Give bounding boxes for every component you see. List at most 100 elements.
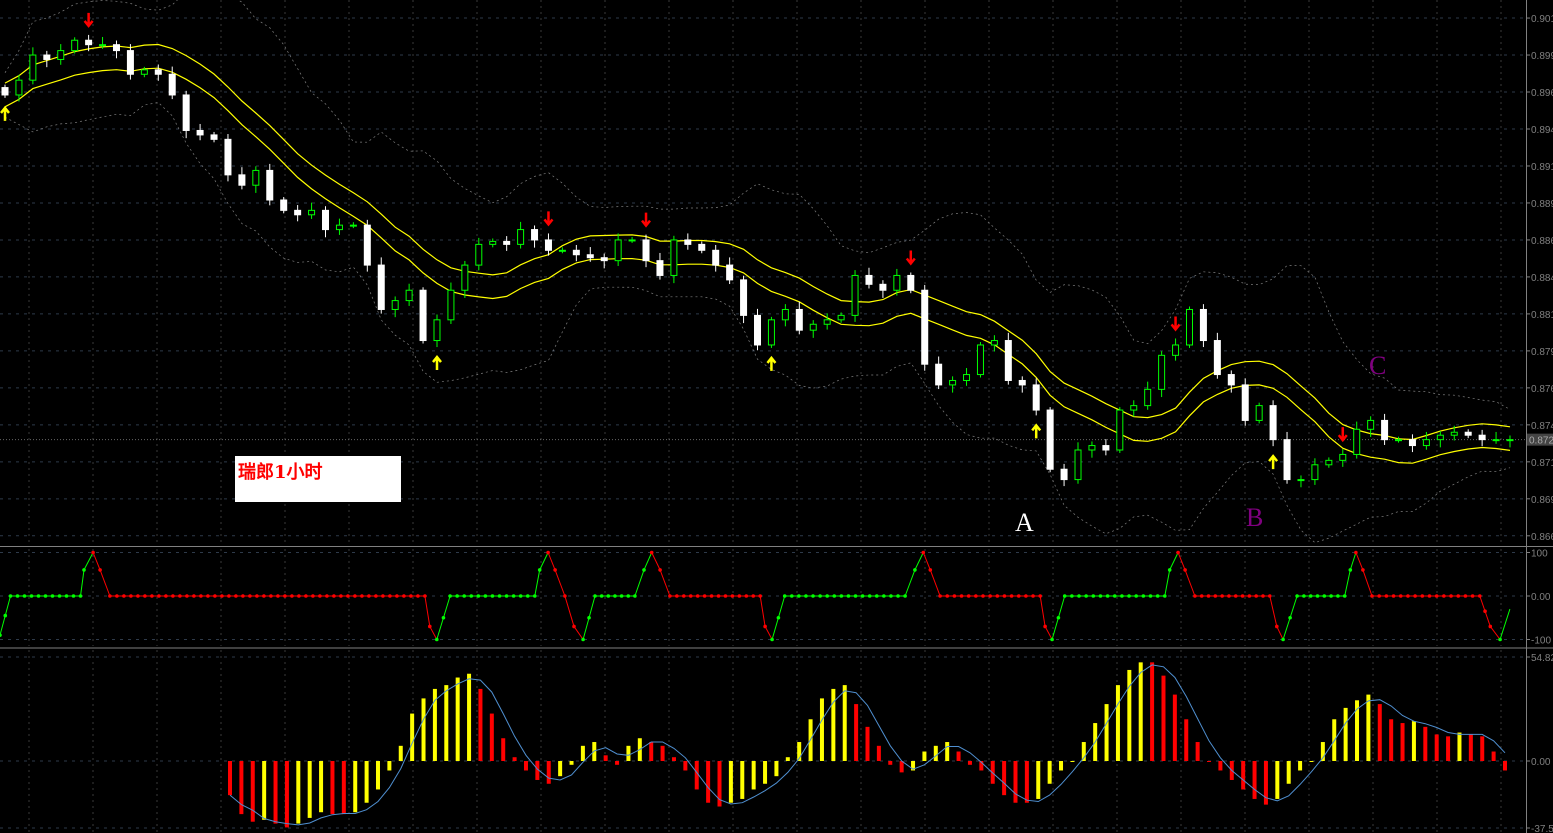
oscillator-point: [115, 594, 119, 598]
oscillator-point: [1206, 594, 1211, 598]
oscillator-point: [255, 594, 259, 598]
candle-body: [112, 44, 120, 52]
histogram-bar: [387, 761, 392, 771]
y-tick-label: 0.896: [1531, 88, 1553, 99]
oscillator-point: [1478, 594, 1482, 598]
oscillator-point: [36, 594, 41, 598]
candle-body: [1, 87, 9, 96]
oscillator-point: [1091, 594, 1096, 598]
oscillator-point: [448, 594, 452, 598]
oscillator-point: [593, 594, 597, 598]
histogram-bar: [364, 761, 369, 803]
oscillator-point: [82, 568, 86, 572]
candle-body: [1046, 409, 1054, 470]
candle-body: [600, 257, 608, 262]
candle-body: [1213, 340, 1221, 376]
candle-body: [1325, 459, 1333, 466]
histogram-bar: [671, 757, 676, 761]
sell-arrow-icon: [1337, 427, 1348, 443]
oscillator-point: [1348, 568, 1353, 572]
oscillator-point: [269, 594, 273, 598]
oscillator-point: [1275, 624, 1279, 629]
candle-body: [1478, 434, 1486, 441]
price-chart[interactable]: 0.901 0.899 0.896 0.894 0.891 0.889 0.886 0.884…: [0, 0, 1553, 833]
oscillator-point: [1370, 594, 1374, 598]
oscillator-point: [43, 594, 48, 598]
oscillator-point: [1406, 594, 1410, 598]
candle-body: [976, 344, 984, 376]
oscillator-point: [206, 594, 210, 598]
oscillator-point: [730, 594, 735, 598]
oscillator-point: [921, 550, 926, 555]
histogram-bar: [615, 761, 620, 765]
histogram-bar: [501, 738, 506, 761]
oscillator-line: [1489, 626, 1501, 640]
oscillator-point: [860, 594, 865, 598]
osc-tick-label: 100: [1531, 549, 1548, 560]
histogram-bar: [319, 761, 324, 813]
oscillator-line: [1344, 569, 1351, 597]
candle-body: [308, 209, 316, 216]
oscillator-line: [922, 552, 931, 571]
oscillator-point: [339, 594, 343, 598]
y-tick-label: 0.889: [1531, 199, 1553, 210]
oscillator-point: [642, 568, 646, 572]
histogram-bar: [1036, 761, 1041, 799]
histogram-bar: [1411, 721, 1416, 761]
oscillator-point: [1070, 594, 1074, 598]
oscillator-line: [929, 569, 941, 597]
oscillator-point: [164, 594, 168, 598]
oscillator-point: [1434, 594, 1439, 598]
oscillator-point: [688, 594, 693, 598]
histogram-bar: [1309, 761, 1314, 762]
oscillator-point: [1183, 568, 1187, 572]
oscillator-point: [1167, 568, 1172, 572]
buy-arrow-icon: [1031, 423, 1042, 439]
candle-body: [1436, 434, 1444, 441]
candle-body: [1367, 419, 1375, 430]
candle-body: [1506, 439, 1514, 442]
candle-body: [712, 249, 720, 266]
oscillator-point: [199, 594, 203, 598]
oscillator-line: [914, 552, 924, 571]
candle-body: [252, 169, 260, 186]
candle-body: [1158, 354, 1166, 390]
oscillator-point: [995, 594, 1000, 598]
oscillator-point: [1308, 594, 1313, 598]
oscillator-point: [234, 594, 238, 598]
oscillator-point: [1062, 594, 1067, 598]
oscillator-point: [675, 594, 679, 598]
candle-body: [628, 239, 636, 242]
oscillator-line: [904, 569, 916, 597]
candle-body: [907, 274, 915, 291]
oscillator-point: [143, 594, 147, 598]
candle-body: [837, 314, 845, 321]
oscillator-point: [1463, 594, 1468, 598]
oscillator-point: [1227, 594, 1231, 598]
candle-body: [196, 129, 204, 136]
histogram-bar: [1252, 761, 1257, 799]
histogram-bar: [250, 761, 255, 822]
label-b: B: [1246, 503, 1264, 532]
oscillator-point: [490, 594, 495, 598]
oscillator-point: [572, 624, 576, 629]
oscillator-point: [1016, 594, 1021, 598]
oscillator-line: [1169, 552, 1179, 571]
oscillator-point: [797, 594, 801, 598]
oscillator-line: [429, 626, 438, 640]
histogram-bar: [740, 761, 745, 799]
oscillator-point: [1024, 594, 1028, 598]
candle-body: [57, 50, 65, 60]
candle-body: [210, 134, 218, 140]
oscillator-point: [1240, 594, 1245, 598]
oscillator-line: [1362, 569, 1373, 597]
histogram-bar: [660, 745, 665, 761]
oscillator-point: [1254, 594, 1258, 598]
oscillator-point: [462, 594, 467, 598]
oscillator-point: [1322, 594, 1327, 598]
y-tick-label: 0.871: [1531, 458, 1553, 469]
oscillator-point: [716, 594, 721, 598]
histogram-bar: [239, 761, 244, 815]
histogram-bar: [694, 761, 699, 790]
oscillator-point: [818, 594, 822, 598]
